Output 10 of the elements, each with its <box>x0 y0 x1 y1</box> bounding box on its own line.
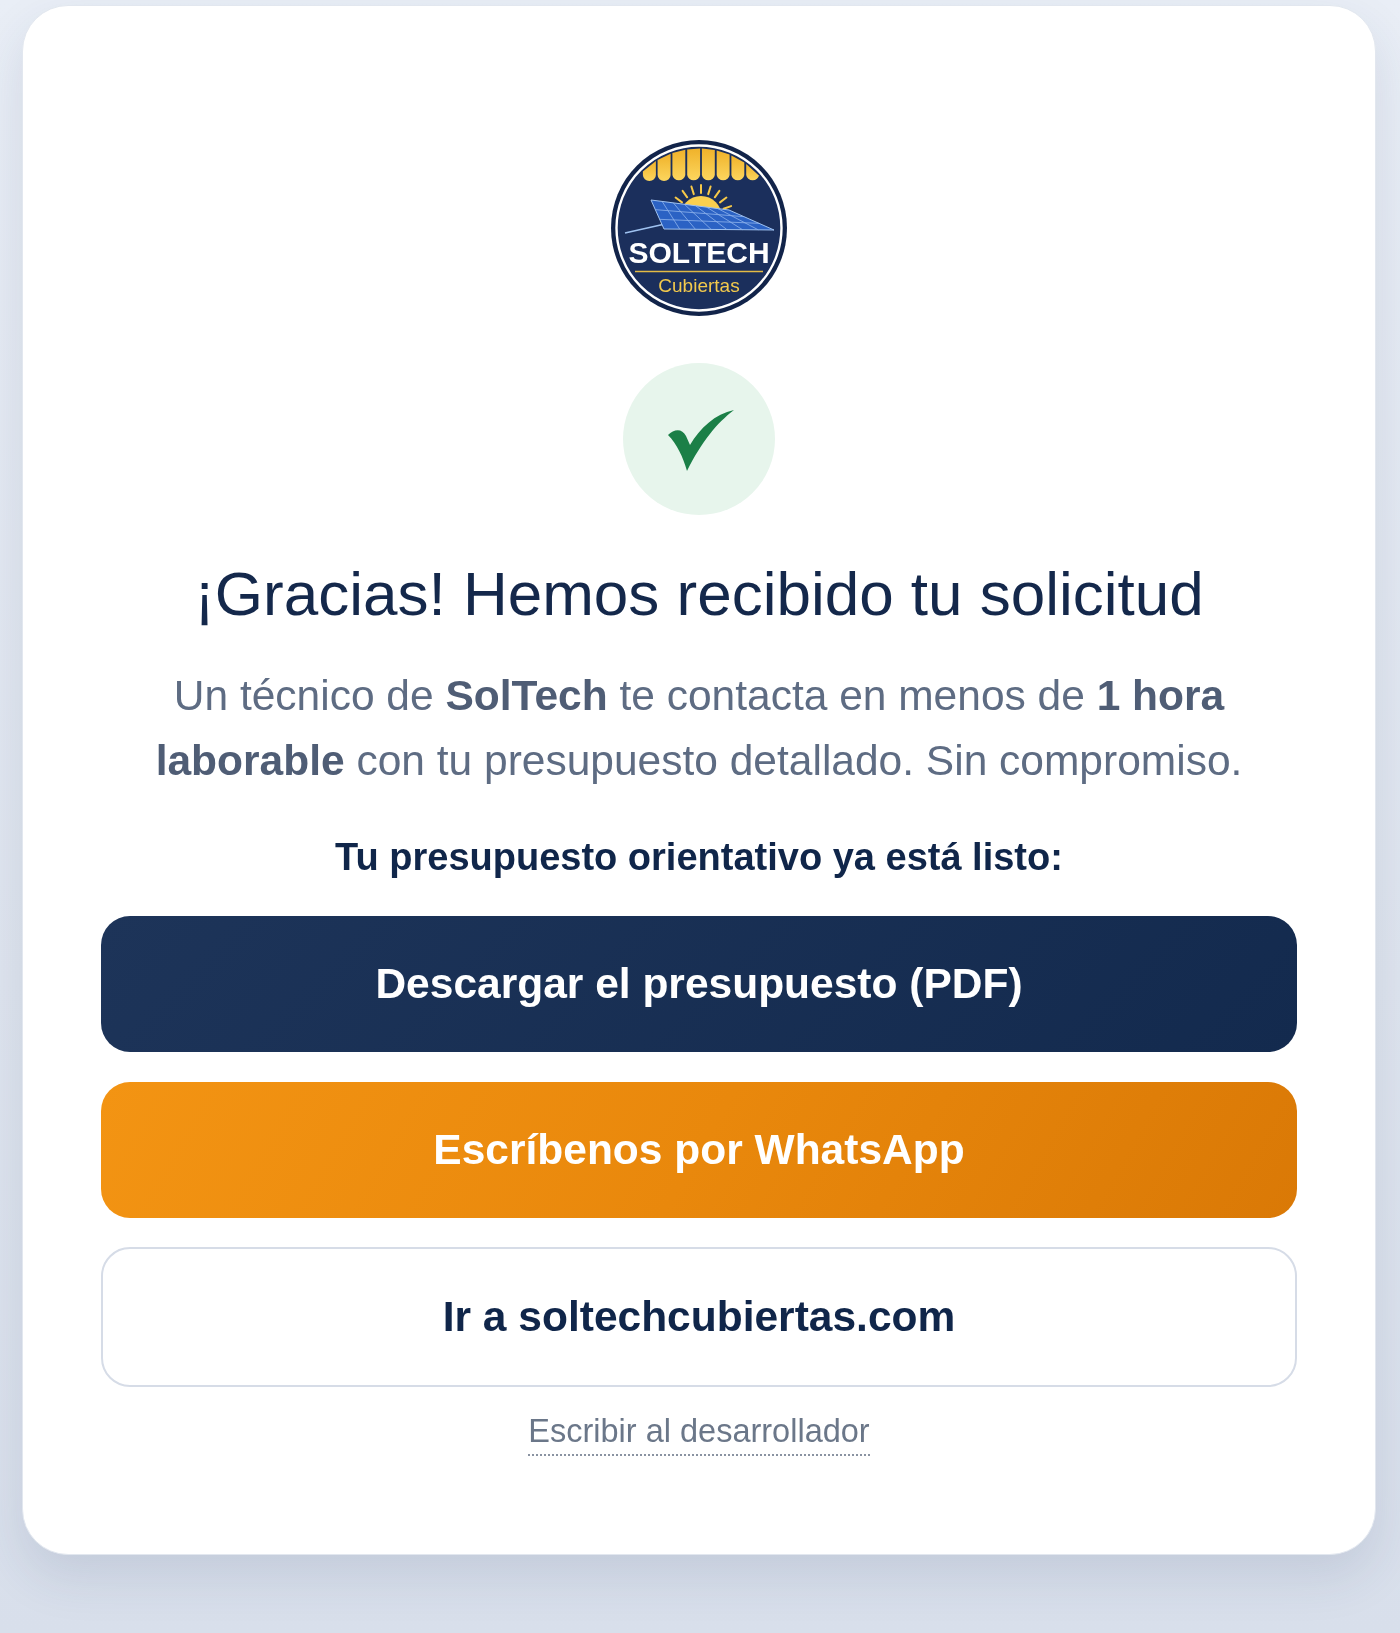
solar-panel-icon <box>624 199 775 234</box>
download-button[interactable]: Descargar el presupuesto (PDF) <box>101 916 1297 1052</box>
quote-ready-label: Tu presupuesto orientativo ya está listo: <box>335 835 1063 880</box>
awning-icon <box>642 148 760 181</box>
confirmation-title: ¡Gracias! Hemos recibido tu solicitud <box>194 558 1204 630</box>
developer-link[interactable]: Escribir al desarrollador <box>528 1413 870 1456</box>
logo-wordmark: SOLTECH <box>628 236 770 269</box>
logo-tagline: Cubiertas <box>658 275 740 296</box>
confirmation-message: Un técnico de SolTech te contacta en menos de 1 hora laborable con tu presupuesto detallado. Sin compromiso. <box>154 671 1244 786</box>
website-button[interactable]: Ir a soltechcubiertas.com <box>101 1247 1297 1387</box>
